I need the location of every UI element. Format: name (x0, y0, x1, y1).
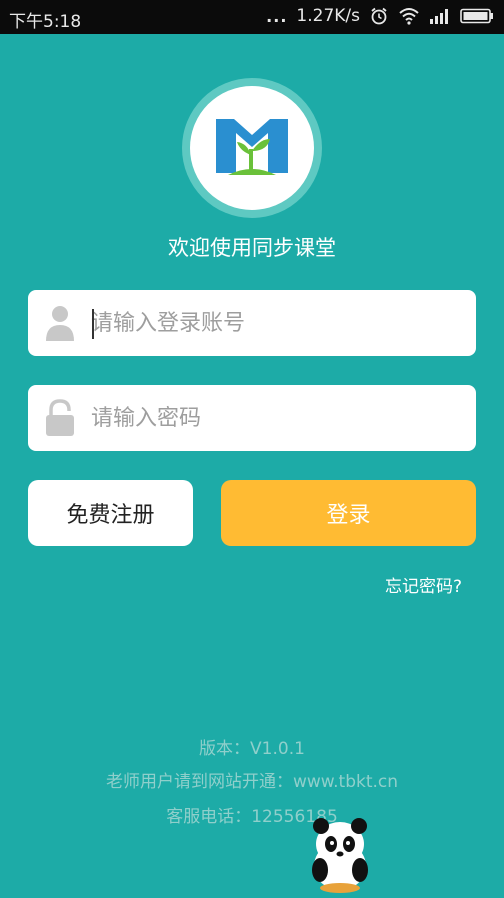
text-cursor (92, 309, 94, 339)
wifi-icon (398, 7, 420, 25)
register-button[interactable]: 免费注册 (28, 480, 193, 546)
status-bar: 下午5:18 ... 1.27K/s (0, 0, 504, 34)
forgot-password-link[interactable]: 忘记密码? (385, 572, 462, 597)
welcome-title: 欢迎使用同步课堂 (168, 236, 336, 260)
password-field[interactable] (28, 385, 476, 451)
app-logo (190, 86, 314, 210)
teacher-notice-text: 老师用户请到网站开通：www.tbkt.cn (105, 772, 399, 792)
panda-icon (312, 818, 368, 893)
book-sprout-icon (216, 119, 288, 175)
password-input[interactable] (91, 385, 461, 451)
status-time: 下午5:18 (9, 12, 82, 32)
version-text: 版本：V1.0.1 (199, 739, 305, 759)
notification-dots: ... (266, 6, 288, 26)
signal-icon (429, 8, 451, 24)
status-right-group: ... 1.27K/s (266, 6, 494, 26)
alarm-icon (369, 6, 389, 26)
network-speed: 1.27K/s (296, 6, 360, 26)
lock-icon (46, 399, 74, 436)
battery-icon (460, 8, 494, 24)
user-icon (46, 306, 74, 341)
watermark-logo (300, 804, 500, 894)
account-input[interactable] (91, 290, 461, 356)
login-button[interactable]: 登录 (221, 480, 476, 546)
account-field[interactable] (28, 290, 476, 356)
